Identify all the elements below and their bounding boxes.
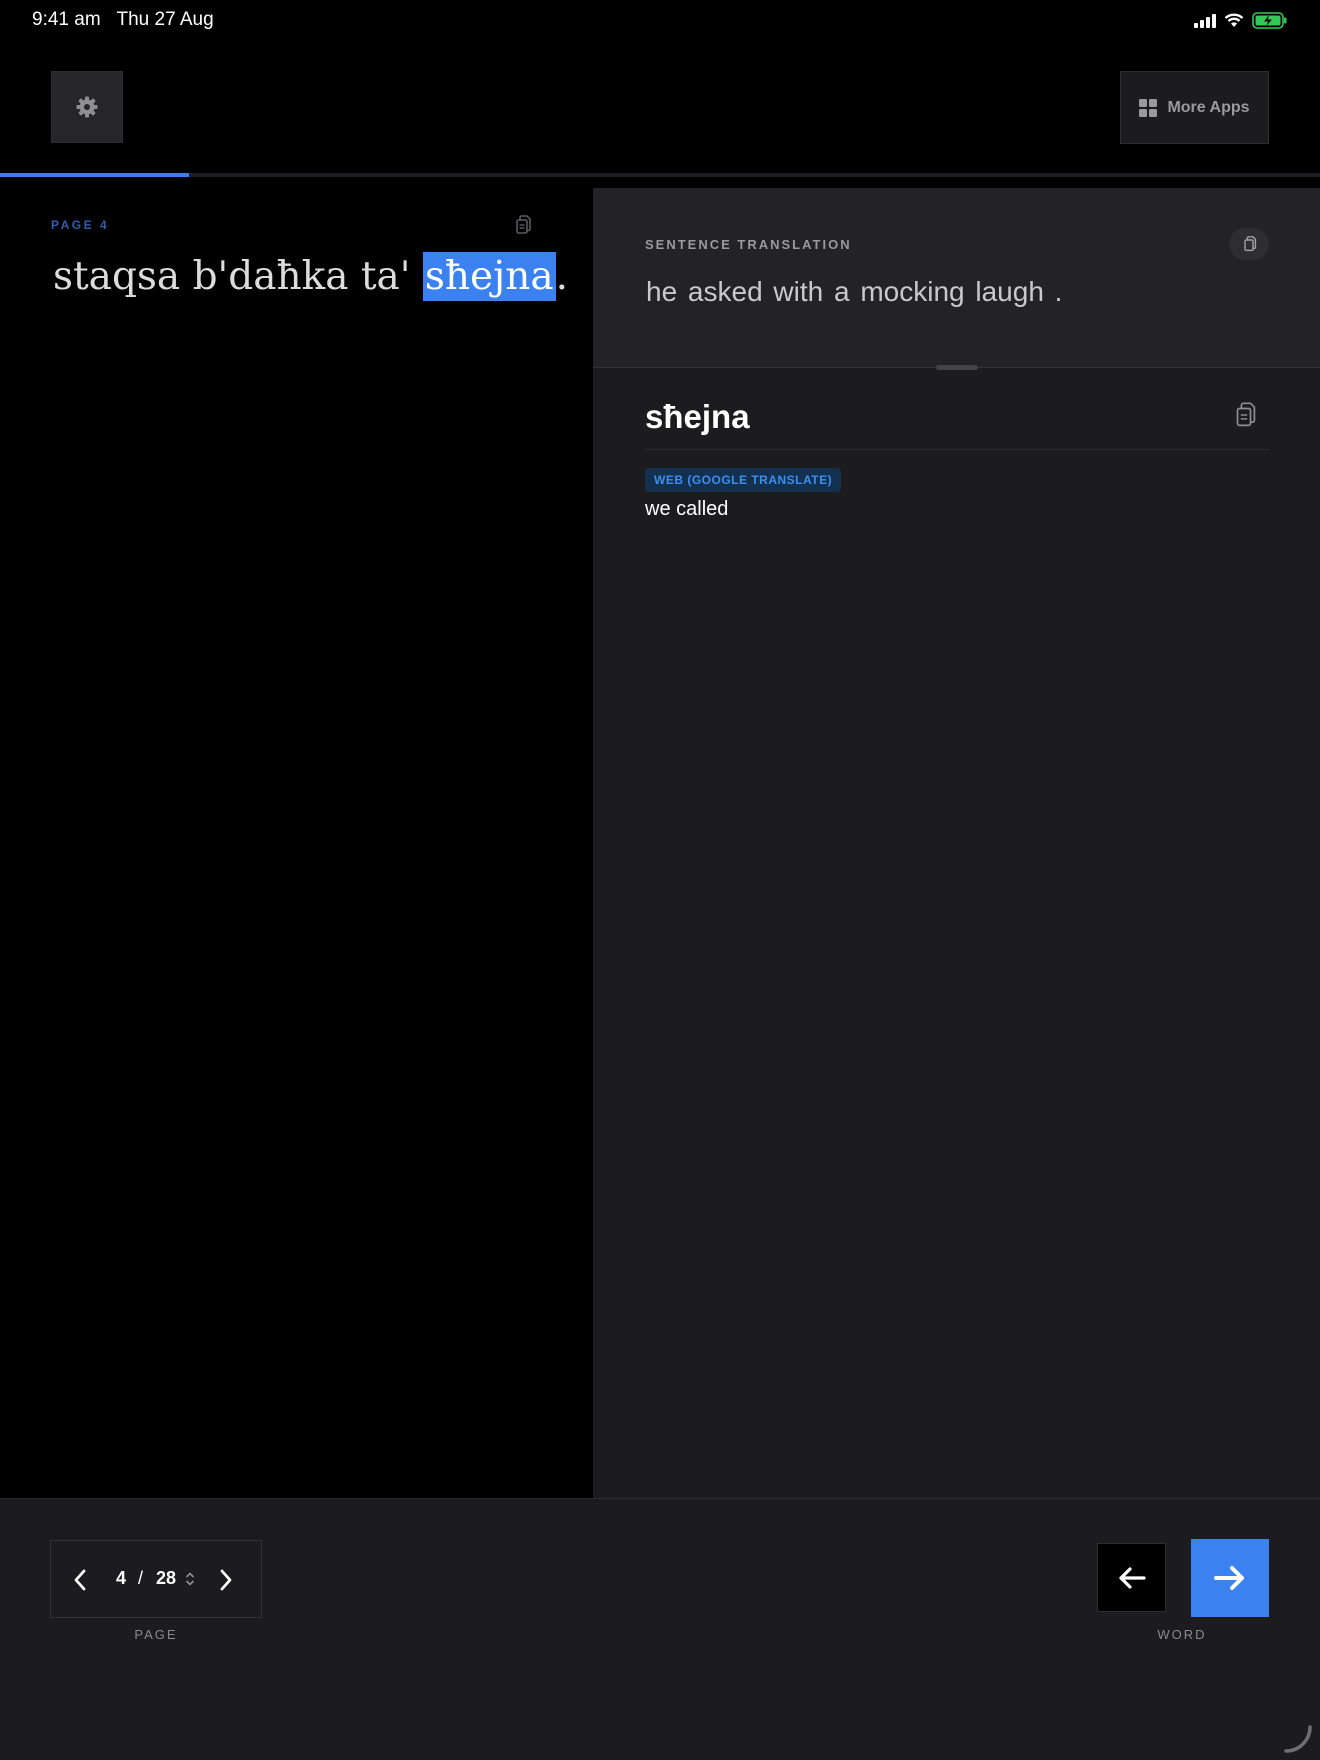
source-badge: WEB (GOOGLE TRANSLATE) [645, 468, 842, 492]
page-label: PAGE 4 [51, 218, 110, 232]
page-navigator: 4 / 28 [50, 1540, 262, 1618]
more-apps-button[interactable]: More Apps [1120, 71, 1269, 144]
sentence-translation-card: SENTENCE TRANSLATION he asked with a moc… [593, 188, 1320, 370]
chevron-up-down-icon[interactable] [184, 1571, 196, 1587]
copy-icon [1244, 236, 1257, 252]
status-time: 9:41 am Thu 27 Aug [32, 9, 214, 31]
chevron-right-icon[interactable] [219, 1568, 233, 1592]
word-caption: WORD [1157, 1627, 1207, 1642]
arrow-left-icon [1118, 1566, 1146, 1589]
app-screen: 9:41 am Thu 27 Aug More Apps PAGE 4 staq… [0, 0, 1320, 1760]
detail-pane: SENTENCE TRANSLATION he asked with a moc… [593, 188, 1320, 1498]
gear-icon [76, 96, 98, 118]
drag-handle[interactable] [936, 365, 978, 370]
arrow-right-icon [1214, 1566, 1244, 1590]
reading-progress-fill [0, 173, 189, 177]
status-clock: 9:41 am [32, 9, 101, 30]
battery-charging-icon [1252, 12, 1287, 29]
status-bar: 9:41 am Thu 27 Aug [0, 0, 1320, 40]
word-definition: we called [645, 498, 729, 520]
sentence-translation-text: he asked with a mocking laugh . [646, 276, 1063, 307]
bottom-bar: 4 / 28 PAGE WORD [0, 1498, 1320, 1760]
page-caption: PAGE [134, 1627, 178, 1642]
cellular-signal-icon [1194, 13, 1216, 28]
wifi-icon [1224, 13, 1244, 27]
grid-icon [1139, 98, 1158, 117]
sentence-punctuation: . [555, 254, 569, 299]
copy-sentence-icon[interactable] [512, 214, 532, 236]
source-sentence: staqsa b'daħka ta' sħejna. [53, 252, 573, 301]
copy-translation-button[interactable] [1229, 228, 1269, 260]
highlighted-word[interactable]: sħejna [422, 252, 556, 301]
chevron-left-icon[interactable] [73, 1568, 87, 1592]
more-apps-label: More Apps [1167, 98, 1250, 116]
status-icons [1194, 12, 1288, 29]
page-total[interactable]: 28 [156, 1568, 176, 1589]
sentence-translation-label: SENTENCE TRANSLATION [645, 237, 852, 252]
previous-word-button[interactable] [1097, 1543, 1166, 1612]
page-current[interactable]: 4 [116, 1568, 126, 1589]
activity-spinner-icon [1284, 1725, 1312, 1753]
sentence-text[interactable]: staqsa b'daħka ta' [53, 254, 423, 299]
copy-word-icon[interactable] [1231, 400, 1257, 430]
word-divider [645, 449, 1269, 450]
word-title: sħejna [645, 398, 750, 435]
reading-pane: PAGE 4 staqsa b'daħka ta' sħejna. [0, 188, 593, 1498]
settings-button[interactable] [51, 71, 123, 143]
status-date: Thu 27 Aug [116, 9, 214, 30]
reading-progress-bar [0, 173, 1320, 177]
page-separator: / [138, 1568, 144, 1588]
next-word-button[interactable] [1191, 1539, 1269, 1617]
